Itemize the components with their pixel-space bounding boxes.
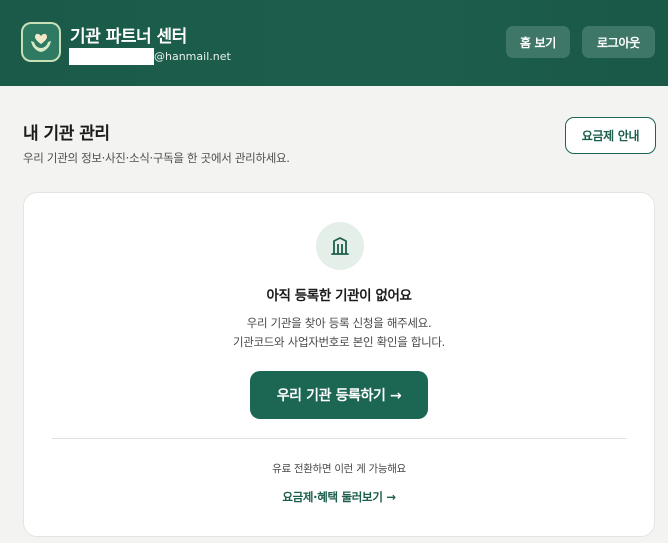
home-button[interactable]: 홈 보기: [506, 26, 570, 58]
top-header: 기관 파트너 센터 @hanmail.net 홈 보기 로그아웃: [0, 0, 668, 86]
empty-state-card: 아직 등록한 기관이 없어요 우리 기관을 찾아 등록 신청을 해주세요. 기관…: [23, 192, 655, 537]
email-domain: @hanmail.net: [154, 50, 231, 63]
plan-info-button[interactable]: 요금제 안내: [565, 117, 656, 154]
register-organization-button[interactable]: 우리 기관 등록하기 →: [250, 371, 428, 419]
empty-state-title: 아직 등록한 기관이 없어요: [266, 288, 412, 304]
account-email: @hanmail.net: [69, 48, 231, 65]
app-title: 기관 파트너 센터: [70, 27, 187, 47]
upsell-text: 유료 전환하면 이런 게 가능해요: [272, 463, 406, 475]
empty-state-desc-1: 우리 기관을 찾아 등록 신청을 해주세요.: [246, 316, 432, 330]
building-icon: [316, 222, 364, 270]
divider: [52, 438, 627, 439]
page-title: 내 기관 관리: [23, 124, 110, 144]
page-description: 우리 기관의 정보·사진·소식·구독을 한 곳에서 관리하세요.: [23, 151, 290, 165]
heart-hands-icon[interactable]: [21, 22, 61, 62]
logout-button[interactable]: 로그아웃: [582, 26, 655, 58]
pricing-benefits-link[interactable]: 요금제·혜택 둘러보기 →: [24, 489, 654, 505]
empty-state-desc-2: 기관코드와 사업자번호로 본인 확인을 합니다.: [232, 335, 446, 349]
email-redaction: [69, 48, 154, 65]
